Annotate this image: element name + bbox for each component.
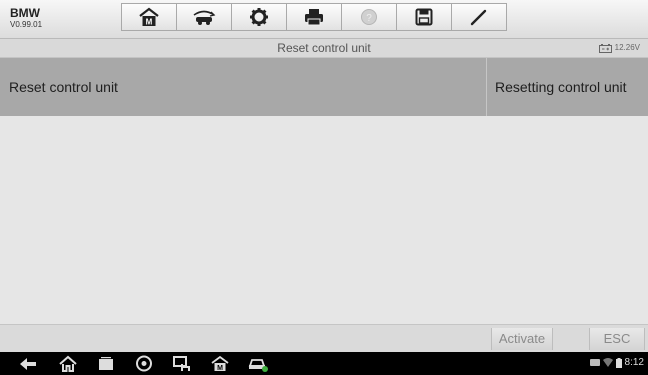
voltage-value: 12.26V xyxy=(614,43,640,52)
wifi-icon xyxy=(602,358,613,367)
status-cell: Resetting control unit xyxy=(495,79,627,95)
settings-button[interactable] xyxy=(231,3,287,31)
function-name-cell: Reset control unit xyxy=(9,79,118,95)
clock: 8:12 xyxy=(624,357,644,368)
function-button-bar: Activate ESC xyxy=(0,324,648,353)
vehicle-make: BMW xyxy=(10,6,40,20)
print-button[interactable] xyxy=(286,3,342,31)
printer-icon xyxy=(305,9,323,26)
activate-button[interactable]: Activate xyxy=(491,328,553,350)
save-icon xyxy=(415,8,433,26)
keyboard-icon xyxy=(589,359,600,366)
help-icon: ? xyxy=(361,9,377,25)
recent-apps-icon[interactable] xyxy=(96,355,116,372)
autel-home-icon[interactable]: M xyxy=(210,355,230,372)
system-navigation-bar: M 8:12 xyxy=(0,352,648,375)
brand-block: BMW V0.99.01 xyxy=(10,7,42,30)
screen-capture-icon[interactable] xyxy=(172,355,192,372)
home-icon[interactable] xyxy=(58,355,78,372)
save-button[interactable] xyxy=(396,3,452,31)
top-toolbar: BMW V0.99.01 M ? xyxy=(0,0,648,39)
settings-gear-icon xyxy=(250,8,268,26)
back-icon[interactable] xyxy=(18,355,38,372)
battery-voltage-indicator: 12.26V xyxy=(598,39,640,57)
home-button[interactable]: M xyxy=(121,3,177,31)
vehicle-swap-button[interactable] xyxy=(176,3,232,31)
vehicle-swap-icon xyxy=(193,10,216,25)
battery-icon xyxy=(615,357,622,368)
home-icon: M xyxy=(139,7,159,27)
page-title: Reset control unit xyxy=(277,41,371,55)
content-area xyxy=(0,116,648,324)
edit-button[interactable] xyxy=(451,3,507,31)
help-button[interactable]: ? xyxy=(341,3,397,31)
status-tray: 8:12 xyxy=(589,357,644,368)
battery-icon xyxy=(598,43,612,53)
table-row[interactable]: Reset control unit Resetting control uni… xyxy=(0,58,648,116)
svg-text:M: M xyxy=(217,365,223,372)
browser-icon[interactable] xyxy=(134,355,154,372)
svg-text:?: ? xyxy=(366,13,372,24)
esc-button[interactable]: ESC xyxy=(589,328,645,350)
software-version: V0.99.01 xyxy=(10,20,43,29)
svg-text:M: M xyxy=(146,18,153,27)
function-title-bar: Reset control unit 12.26V xyxy=(0,39,648,58)
vci-car-icon[interactable] xyxy=(247,355,269,372)
edit-pen-icon xyxy=(470,9,487,26)
